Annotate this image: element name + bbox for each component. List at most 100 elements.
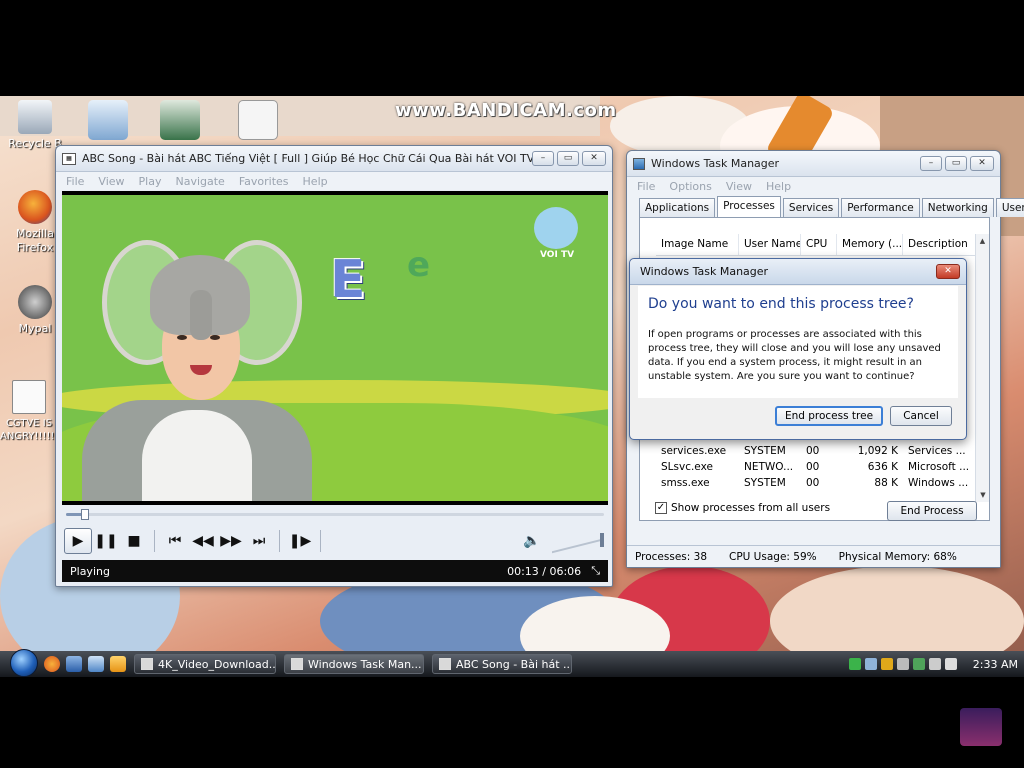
app-icon — [141, 658, 153, 670]
process-user: NETWO... — [744, 461, 794, 473]
process-cpu: 00 — [806, 461, 820, 473]
tray-icon[interactable] — [848, 658, 861, 670]
menu-file[interactable]: File — [66, 175, 84, 188]
column-description[interactable]: Description — [903, 234, 976, 255]
maximize-button[interactable]: ▭ — [557, 151, 579, 166]
maximize-button[interactable]: ▭ — [945, 156, 967, 171]
show-all-users-option[interactable]: ✓ Show processes from all users — [655, 502, 830, 514]
tab-networking[interactable]: Networking — [921, 198, 994, 217]
volume-icon[interactable]: 🔈 — [518, 528, 546, 554]
column-memory[interactable]: Memory (... — [837, 234, 903, 255]
scroll-down-icon[interactable]: ▼ — [976, 488, 990, 502]
menu-options[interactable]: Options — [669, 180, 711, 193]
playback-time: 00:13 / 06:06 — [507, 564, 582, 578]
end-process-button[interactable]: End Process — [887, 501, 977, 521]
next-button[interactable]: ⏭ — [245, 528, 273, 554]
stop-button[interactable]: ■ — [120, 528, 148, 554]
menu-navigate[interactable]: Navigate — [175, 175, 224, 188]
media-player-window[interactable]: ▦ ABC Song - Bài hát ABC Tiếng Việt [ Fu… — [55, 145, 613, 587]
minimize-button[interactable]: – — [532, 151, 554, 166]
system-tray — [848, 658, 957, 670]
tray-icon[interactable] — [864, 658, 877, 670]
taskbar-button[interactable]: ABC Song - Bài hát ... — [432, 654, 572, 674]
pause-button[interactable]: ❚❚ — [92, 528, 120, 554]
close-button[interactable]: ✕ — [582, 151, 606, 166]
show-all-users-checkbox[interactable]: ✓ — [655, 502, 667, 514]
menu-favorites[interactable]: Favorites — [239, 175, 289, 188]
tray-icon[interactable] — [928, 658, 941, 670]
menu-view[interactable]: View — [726, 180, 752, 193]
monitor-icon[interactable] — [160, 100, 200, 140]
fast-forward-button[interactable]: ▶▶ — [217, 528, 245, 554]
tab-applications[interactable]: Applications — [639, 198, 716, 217]
desktop-icon-recycle-bin[interactable]: Recycle B — [5, 100, 65, 150]
clock[interactable]: 2:33 AM — [973, 658, 1018, 671]
firefox-icon[interactable] — [44, 656, 60, 672]
switch-windows-icon[interactable] — [88, 656, 104, 672]
taskbar-button[interactable]: Windows Task Man... — [284, 654, 424, 674]
column-user-name[interactable]: User Name — [739, 234, 801, 255]
process-description: Microsoft ... — [908, 461, 970, 473]
end-process-tree-button[interactable]: End process tree — [775, 406, 883, 426]
player-app-icon: ▦ — [62, 152, 76, 165]
media-icon[interactable] — [110, 656, 126, 672]
tab-processes[interactable]: Processes — [717, 196, 781, 217]
tab-services[interactable]: Services — [782, 198, 840, 217]
volume-knob[interactable] — [600, 533, 604, 547]
frame-step-button[interactable]: ❚▶ — [286, 528, 314, 554]
table-row[interactable]: smss.exe SYSTEM 00 88 K Windows ... — [656, 476, 976, 492]
start-button[interactable] — [10, 649, 38, 677]
menu-file[interactable]: File — [637, 180, 655, 193]
video-area[interactable]: E e VOI TV — [62, 191, 608, 505]
end-process-tree-dialog[interactable]: Windows Task Manager ✕ Do you want to en… — [629, 258, 967, 440]
menu-help[interactable]: Help — [766, 180, 791, 193]
calendar-file-icon[interactable] — [238, 100, 278, 140]
process-memory: 1,092 K — [857, 445, 898, 457]
tray-icon[interactable] — [896, 658, 909, 670]
taskbar: 4K_Video_Download... Windows Task Man...… — [0, 649, 1024, 677]
scroll-up-icon[interactable]: ▲ — [976, 234, 989, 248]
taskbar-button[interactable]: 4K_Video_Download... — [134, 654, 276, 674]
player-titlebar[interactable]: ▦ ABC Song - Bài hát ABC Tiếng Việt [ Fu… — [56, 146, 612, 172]
recycle-bin-icon — [18, 100, 52, 134]
video-file-icon — [12, 380, 46, 414]
table-row[interactable]: services.exe SYSTEM 00 1,092 K Services … — [656, 444, 976, 460]
close-button[interactable]: ✕ — [970, 156, 994, 171]
volume-slider[interactable] — [552, 533, 604, 554]
shield-icon[interactable] — [880, 658, 893, 670]
rewind-button[interactable]: ◀◀ — [189, 528, 217, 554]
taskmgr-titlebar[interactable]: Windows Task Manager – ▭ ✕ — [627, 151, 1000, 177]
dialog-question: Do you want to end this process tree? — [648, 296, 914, 312]
process-scrollbar[interactable]: ▲ ▼ — [975, 234, 989, 502]
divider — [154, 530, 155, 552]
network-icon[interactable] — [912, 658, 925, 670]
fullscreen-icon[interactable]: ⤡ — [591, 564, 600, 578]
seek-bar[interactable] — [66, 509, 604, 520]
taskbar-button-label: 4K_Video_Download... — [158, 657, 276, 671]
disc-icon[interactable] — [88, 100, 128, 140]
menu-help[interactable]: Help — [303, 175, 328, 188]
close-button[interactable]: ✕ — [936, 264, 960, 279]
cancel-button[interactable]: Cancel — [890, 406, 952, 426]
mypal-icon — [18, 285, 52, 319]
column-cpu[interactable]: CPU — [801, 234, 837, 255]
firefox-icon — [18, 190, 52, 224]
column-image-name[interactable]: Image Name — [656, 234, 739, 255]
tab-performance[interactable]: Performance — [841, 198, 920, 217]
seek-thumb[interactable] — [81, 509, 89, 520]
show-desktop-icon[interactable] — [66, 656, 82, 672]
previous-button[interactable]: ⏮ — [161, 528, 189, 554]
volume-icon[interactable] — [944, 658, 957, 670]
dialog-message: If open programs or processes are associ… — [648, 329, 941, 382]
menu-view[interactable]: View — [98, 175, 124, 188]
dialog-titlebar[interactable]: Windows Task Manager ✕ — [630, 259, 966, 285]
show-all-users-label: Show processes from all users — [671, 502, 831, 514]
process-description: Services ... — [908, 445, 966, 457]
desktop-icon-video[interactable]: CGTVE IS ANGRY!!!!!!! — [0, 380, 63, 443]
minimize-button[interactable]: – — [920, 156, 942, 171]
tab-users[interactable]: Users — [995, 198, 1024, 217]
table-row[interactable]: SLsvc.exe NETWO... 00 636 K Microsoft ..… — [656, 460, 976, 476]
menu-play[interactable]: Play — [139, 175, 162, 188]
player-statusbar: Playing 00:13 / 06:06 ⤡ — [62, 560, 608, 582]
play-button[interactable]: ▶ — [64, 528, 92, 554]
